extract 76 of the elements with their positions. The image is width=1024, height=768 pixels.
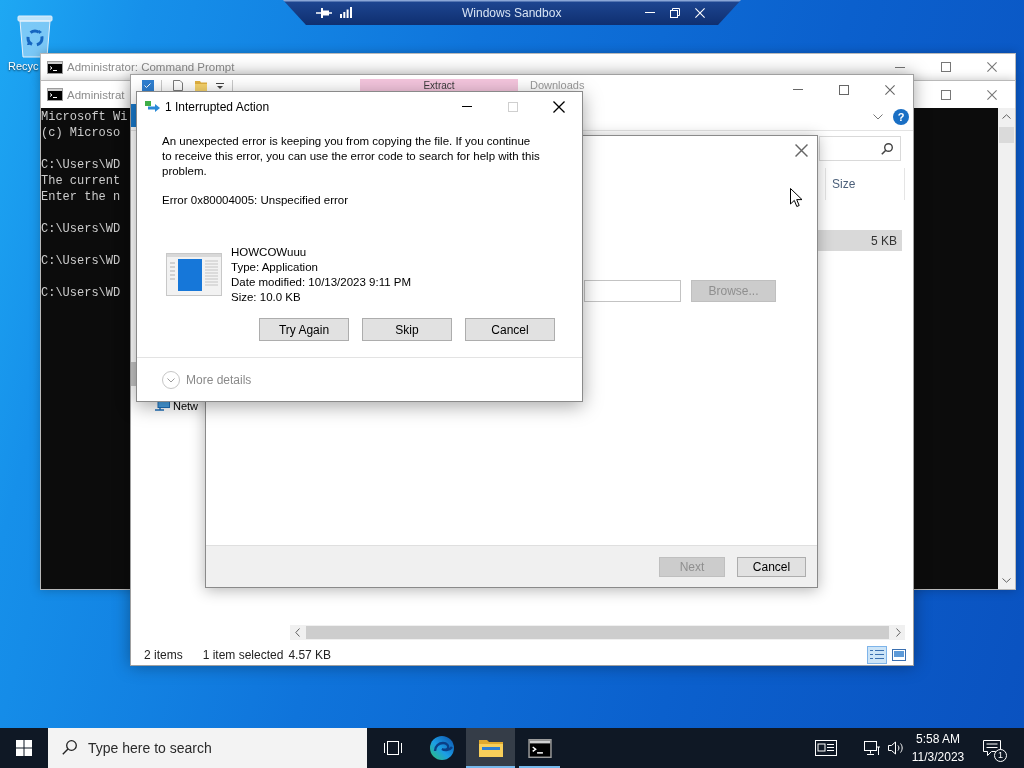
pin-icon[interactable] xyxy=(316,7,332,18)
error-code: Error 0x80004005: Unspecified error xyxy=(162,193,349,208)
maximize-icon[interactable] xyxy=(941,89,951,100)
properties-icon[interactable] xyxy=(141,80,155,91)
close-icon[interactable] xyxy=(553,100,565,113)
console-line: C:\Users\WD xyxy=(41,157,121,173)
recycle-bin-icon[interactable] xyxy=(15,12,55,58)
minimize-icon[interactable] xyxy=(895,66,905,68)
error-message: An unexpected error is keeping you from copying the file. If you continue to receive this error, you can use the error code to search for help with this problem. xyxy=(162,134,541,179)
file-row[interactable]: 5 KB xyxy=(818,230,902,251)
search-field[interactable]: Type here to search xyxy=(48,728,367,768)
folder-icon[interactable] xyxy=(478,738,503,758)
page-icon[interactable] xyxy=(173,80,183,91)
file-type: Type: Application xyxy=(231,260,318,275)
console-line: C:\Users\WD xyxy=(41,285,121,301)
file-size: Size: 10.0 KB xyxy=(231,290,301,305)
dropdown-icon[interactable] xyxy=(216,82,224,89)
status-text: 2 items xyxy=(144,647,183,662)
scrollbar-thumb[interactable] xyxy=(999,127,1014,143)
task-view-icon[interactable] xyxy=(383,741,402,755)
search-icon[interactable] xyxy=(881,142,893,155)
swirl-logo-icon[interactable] xyxy=(429,736,454,760)
console-icon xyxy=(47,88,63,101)
clock-date[interactable]: 11/3/2023 xyxy=(911,748,965,766)
network-icon[interactable] xyxy=(864,740,880,756)
caret-left-icon[interactable] xyxy=(294,628,300,637)
window-thumbnail-icon xyxy=(166,253,222,296)
search-field[interactable] xyxy=(819,136,901,161)
status-text: 4.57 KB xyxy=(288,647,332,662)
speech-bubble-icon[interactable] xyxy=(983,739,1001,757)
maximize-icon[interactable] xyxy=(839,84,849,95)
restore-icon[interactable] xyxy=(670,7,680,18)
search-icon[interactable] xyxy=(62,740,77,755)
console-icon[interactable] xyxy=(527,738,552,758)
scrollbar-thumb[interactable] xyxy=(306,626,889,639)
dialog-title: 1 Interrupted Action xyxy=(165,99,270,114)
input-field[interactable] xyxy=(584,280,681,302)
caret-down-icon[interactable] xyxy=(1002,578,1011,583)
file-date: Date modified: 10/13/2023 9:11 PM xyxy=(231,275,412,290)
sandbox-title: Windows Sandbox xyxy=(462,5,562,20)
file-name: HOWCOWuuu xyxy=(231,245,307,260)
console-line: Enter the n xyxy=(41,189,121,205)
console-icon xyxy=(47,60,63,74)
caret-right-icon[interactable] xyxy=(895,628,901,637)
column-header[interactable]: Size xyxy=(825,168,905,200)
speaker-icon[interactable] xyxy=(888,741,904,755)
nav-item-highlight xyxy=(131,362,136,386)
window-title: Administrator: Command Prompt xyxy=(67,61,235,73)
dialog-button[interactable]: Skip xyxy=(362,318,452,341)
wizard-button[interactable]: Cancel xyxy=(737,556,806,577)
caret-up-icon[interactable] xyxy=(1002,114,1011,119)
signal-bars-icon xyxy=(340,7,352,18)
window-title: Administrat xyxy=(67,88,125,101)
window-title: Downloads xyxy=(530,79,585,92)
windows-logo-icon[interactable] xyxy=(16,740,32,756)
console-line: The current xyxy=(41,173,121,189)
console-line: (c) Microso xyxy=(41,125,121,141)
chevron-down-icon xyxy=(162,370,180,389)
clock-time[interactable]: 5:58 AM xyxy=(916,730,960,748)
maximize-icon[interactable] xyxy=(941,62,951,72)
console-line: C:\Users\WD xyxy=(41,253,121,269)
console-line: Microsoft Wi xyxy=(41,109,128,125)
newspaper-icon[interactable] xyxy=(815,740,837,756)
help-button[interactable]: ? xyxy=(893,109,909,125)
more-details-toggle[interactable]: More details xyxy=(162,370,252,389)
taskbar-button[interactable] xyxy=(466,728,515,768)
chevron-down-icon[interactable] xyxy=(873,114,883,120)
transfer-arrow-icon xyxy=(145,101,161,113)
mouse-pointer-icon xyxy=(790,188,803,208)
notification-badge: 1 xyxy=(994,748,1007,762)
horizontal-scrollbar[interactable] xyxy=(290,625,905,640)
vertical-scrollbar[interactable] xyxy=(998,108,1015,589)
dialog-button[interactable]: Try Again xyxy=(259,318,349,341)
status-text: 1 item selected xyxy=(202,647,284,662)
dialog-button[interactable]: Cancel xyxy=(465,318,555,341)
console-line: C:\Users\WD xyxy=(41,221,121,237)
